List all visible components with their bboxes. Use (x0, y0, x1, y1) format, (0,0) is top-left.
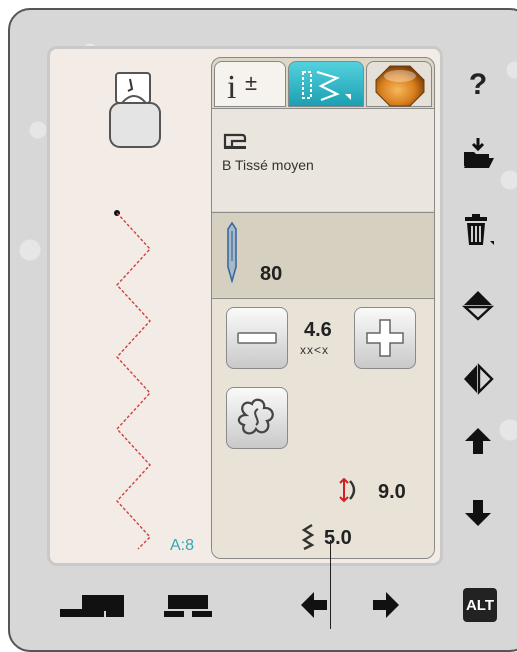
open-folder-button[interactable] (455, 130, 501, 176)
main-screen: A:8 i ± B Tissé moyen 80 4.6 xx<x 9.0 5.… (47, 46, 443, 566)
open-folder-icon (464, 138, 494, 168)
arrow-left-icon (301, 592, 327, 618)
fabric-type-label: B Tissé moyen (222, 157, 314, 173)
arrow-right-icon (373, 592, 399, 618)
settings-panel: i ± B Tissé moyen 80 4.6 xx<x 9.0 5.0 (211, 57, 435, 559)
stitch-line (114, 210, 151, 550)
needle-section[interactable]: 80 (212, 212, 434, 297)
mirror-vertical-button[interactable] (455, 282, 501, 328)
svg-text:i: i (227, 69, 236, 106)
help-button[interactable]: ? (455, 62, 501, 108)
width-increase-button[interactable] (354, 307, 416, 369)
mirror-horizontal-button[interactable] (455, 356, 501, 402)
arrow-up-icon (465, 428, 491, 454)
tab-settings-orb[interactable] (366, 61, 432, 107)
move-up-button[interactable] (455, 418, 501, 464)
width-decrease-button[interactable] (226, 307, 288, 369)
needle-icon (227, 221, 237, 283)
mirror-vertical-icon (461, 291, 495, 321)
svg-text:xx<x: xx<x (300, 343, 329, 357)
move-right-button[interactable] (364, 585, 408, 625)
delete-icon (465, 214, 494, 245)
stitch-repeat-icon (237, 398, 274, 435)
minus-icon (237, 332, 277, 344)
presser-foot-down-icon (60, 595, 124, 617)
sew-start-button[interactable] (56, 585, 130, 625)
help-icon: ? (468, 68, 488, 101)
stitch-length-value: 5.0 (324, 527, 352, 549)
mirror-horizontal-icon (464, 363, 494, 395)
stitch-length-icon (301, 523, 315, 551)
presser-foot-up-icon (164, 595, 212, 617)
tab-info[interactable]: i ± (214, 61, 286, 107)
arrow-down-icon (465, 500, 491, 526)
stitch-menu-icon (302, 70, 351, 102)
stitch-width-value: 4.6 (304, 319, 332, 341)
alt-label: ALT (463, 588, 497, 622)
plus-icon (366, 319, 404, 357)
alt-button[interactable]: ALT (460, 585, 500, 625)
stitch-repeat-button[interactable] (226, 387, 288, 449)
amber-orb-icon (375, 65, 425, 107)
stitch-width-icon: xx<x (300, 343, 329, 357)
move-down-button[interactable] (455, 490, 501, 536)
stitch-density-value: 9.0 (378, 481, 406, 503)
sew-end-button[interactable] (160, 585, 216, 625)
svg-text:±: ± (245, 70, 257, 95)
stitch-preview: A:8 (50, 49, 210, 563)
info-plus-minus-icon: i ± (227, 69, 257, 106)
fabric-section[interactable]: B Tissé moyen (212, 108, 434, 211)
stitch-mode-label: A:8 (170, 537, 195, 554)
needle-size-value: 80 (260, 263, 283, 285)
stitch-controls-section: 4.6 xx<x 9.0 5.0 (212, 298, 434, 558)
pointer-line (330, 540, 331, 629)
sewing-machine-icon (223, 133, 247, 149)
stitch-density-icon (339, 477, 356, 503)
tab-stitch[interactable] (288, 61, 364, 107)
delete-button[interactable] (455, 208, 501, 254)
